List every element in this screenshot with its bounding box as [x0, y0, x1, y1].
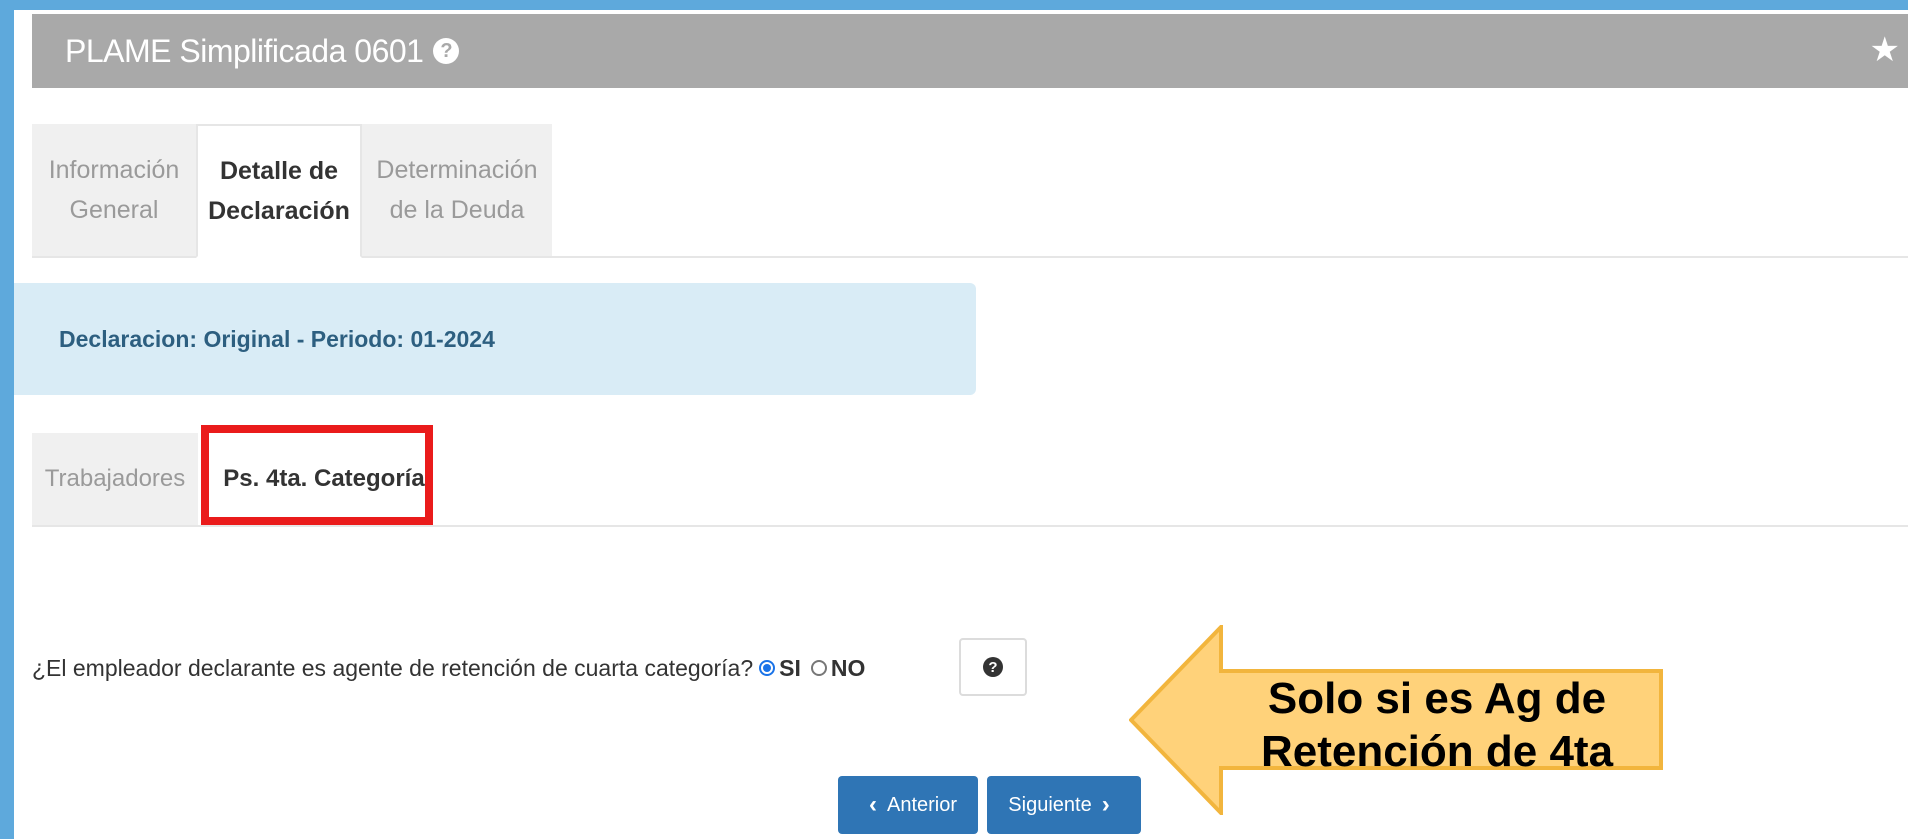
tab-label-line1: Información — [48, 156, 180, 184]
retention-agent-question: ¿El empleador declarante es agente de re… — [32, 648, 869, 688]
radio-yes-label: SI — [779, 654, 801, 681]
callout-line2: Retención de 4ta — [1260, 727, 1614, 776]
radio-no-label: NO — [830, 654, 866, 681]
tab-label-line1: Determinación — [376, 156, 538, 184]
tab-informacion-general[interactable]: Información General — [32, 124, 196, 256]
tab-label-line2: General — [69, 196, 159, 224]
siguiente-button[interactable]: Siguiente › — [987, 776, 1141, 834]
tab-detalle-declaracion[interactable]: Detalle de Declaración — [196, 124, 362, 258]
tab-determinacion-deuda[interactable]: Determinación de la Deuda — [362, 124, 552, 256]
subtab-trabajadores[interactable]: Trabajadores — [32, 433, 198, 525]
callout-line1: Solo si es Ag de — [1267, 674, 1607, 723]
question-text: ¿El empleador declarante es agente de re… — [32, 654, 754, 681]
radio-yes[interactable] — [759, 660, 776, 676]
window-frame-top — [0, 0, 1908, 10]
anterior-label: Anterior — [886, 793, 958, 816]
page-title: PLAME Simplificada 0601 — [65, 32, 424, 69]
help-icon[interactable]: ? — [433, 38, 460, 64]
callout-arrow: Solo si es Ag de Retención de 4ta — [1129, 625, 1664, 815]
radio-no[interactable] — [810, 660, 827, 676]
highlight-annotation-box — [201, 425, 433, 525]
chevron-right-icon: › — [1101, 791, 1110, 818]
main-tabs: Información General Detalle de Declaraci… — [32, 124, 1908, 258]
tab-label-line2: de la Deuda — [389, 196, 525, 224]
siguiente-label: Siguiente — [1008, 793, 1092, 816]
tab-label-line2: Declaración — [208, 197, 350, 225]
favorite-star-icon[interactable]: ★ — [1870, 30, 1900, 70]
callout-text: Solo si es Ag de Retención de 4ta — [1217, 672, 1657, 778]
anterior-button[interactable]: ‹ Anterior — [838, 776, 978, 834]
declaration-info-text: Declaracion: Original - Periodo: 01-2024 — [59, 325, 495, 352]
question-help-button[interactable]: ? — [959, 638, 1027, 696]
chevron-left-icon: ‹ — [868, 791, 877, 818]
tab-label-line1: Detalle de — [219, 157, 339, 185]
declaration-info-box: Declaracion: Original - Periodo: 01-2024 — [14, 283, 976, 395]
window-frame-left — [0, 0, 14, 839]
question-help-icon: ? — [983, 657, 1003, 677]
page: PLAME Simplificada 0601 ? ★ Información … — [14, 10, 1908, 839]
page-header: PLAME Simplificada 0601 ? ★ — [32, 14, 1908, 88]
